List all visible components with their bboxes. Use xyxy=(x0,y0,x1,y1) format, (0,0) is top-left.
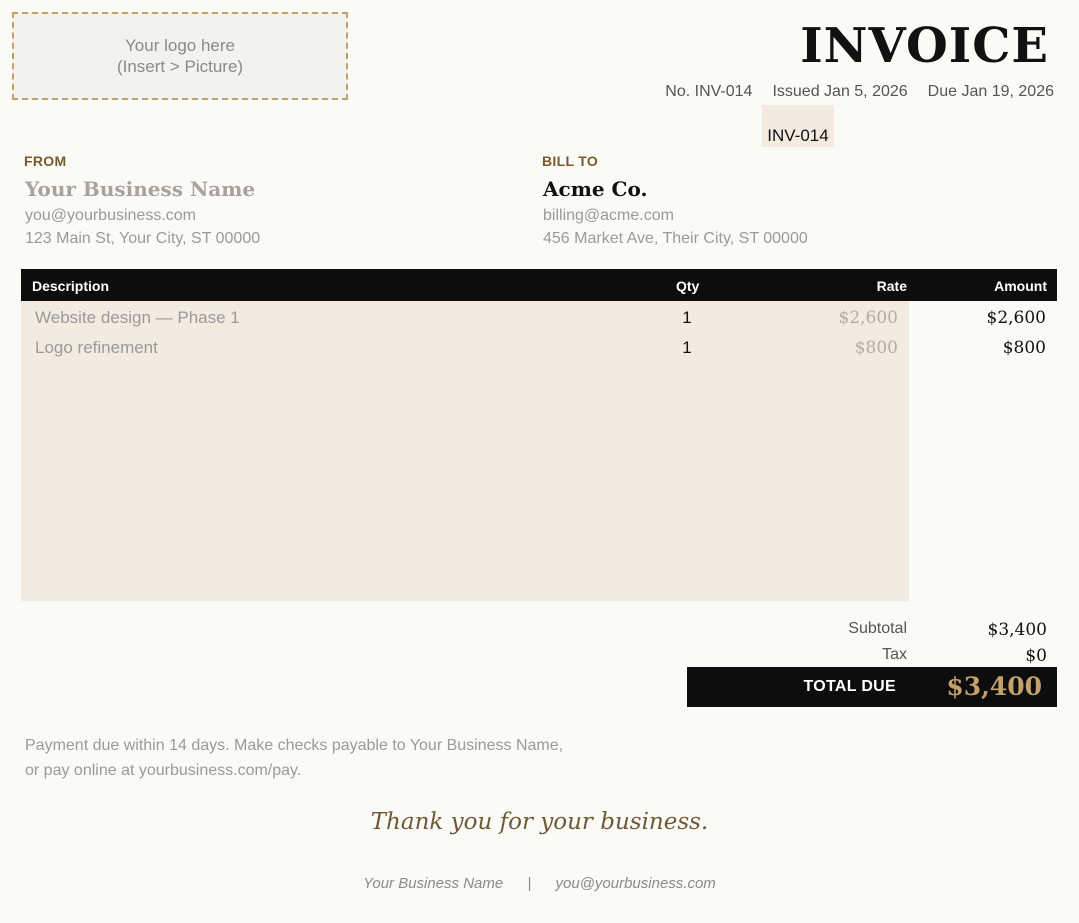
row-qty[interactable]: 1 xyxy=(681,308,693,328)
subtotal-label: Subtotal xyxy=(848,620,907,637)
row-rate[interactable]: $2,600 xyxy=(839,308,898,328)
header-description: Description xyxy=(32,278,110,294)
invoice-meta: No. INV-014 Issued Jan 5, 2026 Due Jan 1… xyxy=(665,83,1054,101)
header-qty: Qty xyxy=(676,278,700,294)
row-description[interactable]: Website design — Phase 1 xyxy=(35,308,240,328)
items-table-header: Description Qty Rate Amount xyxy=(21,269,1057,301)
header-amount: Amount xyxy=(994,278,1047,294)
thank-you-message: Thank you for your business. xyxy=(370,809,709,835)
logo-placeholder-line1: Your logo here xyxy=(125,36,235,55)
due-date[interactable]: Due Jan 19, 2026 xyxy=(928,83,1054,101)
row-qty[interactable]: 1 xyxy=(681,338,693,358)
selected-cell-value[interactable]: INV-014 xyxy=(762,105,834,147)
logo-placeholder-line2: (Insert > Picture) xyxy=(116,57,244,76)
row-amount: $2,600 xyxy=(986,308,1046,328)
tax-value[interactable]: $0 xyxy=(1025,646,1047,666)
footer: Your Business Name | you@yourbusiness.co… xyxy=(0,875,1079,892)
from-address[interactable]: 123 Main St, Your City, ST 00000 xyxy=(25,230,260,248)
payment-note-line1: Payment due within 14 days. Make checks … xyxy=(25,737,564,754)
header-rate: Rate xyxy=(876,278,907,294)
footer-email: you@yourbusiness.com xyxy=(555,875,716,892)
table-row[interactable]: Logo refinement 1 $800 $800 xyxy=(21,338,1057,368)
from-label: FROM xyxy=(24,153,67,169)
issued-date[interactable]: Issued Jan 5, 2026 xyxy=(772,83,907,101)
subtotal-value: $3,400 xyxy=(987,620,1047,640)
bill-to-label: BILL TO xyxy=(542,153,599,169)
from-email[interactable]: you@yourbusiness.com xyxy=(25,207,196,225)
payment-note-line2: or pay online at yourbusiness.com/pay. xyxy=(25,762,302,779)
footer-business-name: Your Business Name xyxy=(363,875,504,892)
table-row[interactable]: Website design — Phase 1 1 $2,600 $2,600 xyxy=(21,308,1057,338)
row-amount: $800 xyxy=(1002,338,1046,358)
invoice-title: INVOICE xyxy=(800,18,1049,74)
logo-placeholder[interactable]: Your logo here (Insert > Picture) xyxy=(12,12,348,100)
footer-separator: | xyxy=(527,875,532,892)
row-description[interactable]: Logo refinement xyxy=(35,338,158,358)
payment-note[interactable]: Payment due within 14 days. Make checks … xyxy=(25,733,563,783)
bill-to-name[interactable]: Acme Co. xyxy=(543,177,647,201)
tax-label: Tax xyxy=(882,646,907,663)
row-rate[interactable]: $800 xyxy=(855,338,898,358)
bill-to-address[interactable]: 456 Market Ave, Their City, ST 00000 xyxy=(543,230,808,248)
bill-to-email[interactable]: billing@acme.com xyxy=(543,207,674,225)
invoice-number[interactable]: No. INV-014 xyxy=(665,83,752,101)
total-due-label: TOTAL DUE xyxy=(803,678,896,695)
total-due-bar: TOTAL DUE $3,400 xyxy=(687,667,1057,707)
total-due-value: $3,400 xyxy=(946,672,1042,701)
from-business-name[interactable]: Your Business Name xyxy=(25,177,255,201)
